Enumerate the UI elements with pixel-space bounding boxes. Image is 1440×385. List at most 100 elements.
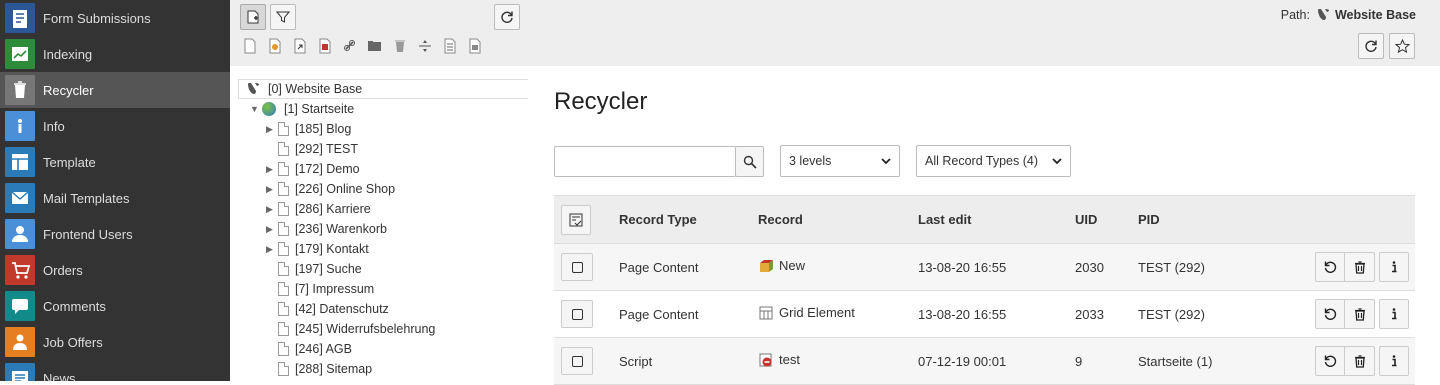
delete-button[interactable] <box>1345 346 1375 376</box>
filter-icon <box>276 11 290 23</box>
module-item-frontend-users[interactable]: Frontend Users <box>0 216 230 252</box>
shortcut-icon[interactable] <box>292 38 308 54</box>
search-button[interactable] <box>735 146 764 177</box>
module-label: News <box>43 370 76 382</box>
backend-user-section-icon[interactable] <box>267 38 283 54</box>
external-link-icon[interactable] <box>467 38 483 54</box>
indexing-icon <box>5 39 35 69</box>
expand-icon[interactable]: ▶ <box>266 204 278 215</box>
link-icon[interactable] <box>342 38 358 54</box>
refresh-icon <box>501 11 513 23</box>
collapse-icon[interactable]: ▼ <box>250 104 262 114</box>
tree-node[interactable]: ▶ [172] Demo <box>266 159 360 179</box>
restore-button[interactable] <box>1315 252 1345 282</box>
folder-icon[interactable] <box>367 38 383 54</box>
module-item-comments[interactable]: Comments <box>0 288 230 324</box>
delete-button[interactable] <box>1345 252 1375 282</box>
bookmark-button[interactable] <box>1389 33 1415 59</box>
module-label: Orders <box>43 262 83 278</box>
table-row: Page Content New 13-08-20 16:55 2030 TEST (2… <box>554 243 1415 291</box>
record-type-select-value: All Record Types (4) <box>925 154 1039 168</box>
grid-icon <box>759 306 773 319</box>
page-icon <box>278 142 289 156</box>
record-title: test <box>779 352 800 367</box>
page-icon <box>278 182 289 196</box>
restore-button[interactable] <box>1315 346 1345 376</box>
trash-icon <box>1354 261 1365 274</box>
tree-refresh-button[interactable] <box>494 4 520 30</box>
row-select-checkbox[interactable] <box>561 300 593 328</box>
last-edit-cell: 13-08-20 16:55 <box>917 290 1074 338</box>
expand-icon[interactable]: ▶ <box>266 164 278 175</box>
tree-node[interactable]: [288] Sitemap <box>266 359 372 379</box>
row-select-checkbox[interactable] <box>561 347 593 375</box>
info-button[interactable] <box>1379 252 1409 282</box>
info-button[interactable] <box>1379 346 1409 376</box>
globe-icon <box>262 102 276 116</box>
tree-node-label: [197] Suche <box>295 262 362 276</box>
tree-node[interactable]: ▶ [179] Kontakt <box>266 239 369 259</box>
module-label: Job Offers <box>43 334 103 350</box>
expand-icon[interactable]: ▶ <box>266 124 278 135</box>
tree-node[interactable]: [245] Widerrufsbelehrung <box>266 319 435 339</box>
module-item-news[interactable]: News <box>0 360 230 381</box>
module-item-mail-templates[interactable]: Mail Templates <box>0 180 230 216</box>
module-item-job-offers[interactable]: Job Offers <box>0 324 230 360</box>
module-item-info[interactable]: Info <box>0 108 230 144</box>
select-all-button[interactable] <box>561 204 591 235</box>
module-item-template[interactable]: Template <box>0 144 230 180</box>
depth-select-value: 3 levels <box>789 154 832 168</box>
page-icon <box>278 202 289 216</box>
typo3-logo-icon <box>248 83 259 94</box>
page-refresh-button[interactable] <box>1358 33 1384 59</box>
tree-node[interactable]: [7] Impressum <box>266 279 374 299</box>
recycler-icon[interactable] <box>392 38 408 54</box>
pid-cell: TEST (292) <box>1137 243 1314 291</box>
record-type-select[interactable]: All Record Types (4) <box>916 145 1071 177</box>
expand-icon[interactable]: ▶ <box>266 244 278 255</box>
uid-cell: 9 <box>1074 337 1137 385</box>
star-icon <box>1394 38 1410 53</box>
tree-node[interactable]: ▶ [286] Karriere <box>266 199 371 219</box>
standard-page-icon[interactable] <box>242 38 258 54</box>
filter-button[interactable] <box>270 4 296 30</box>
page-icon <box>278 282 289 296</box>
depth-select[interactable]: 3 levels <box>780 145 900 177</box>
undo-icon <box>1324 308 1337 320</box>
expand-icon[interactable]: ▶ <box>266 224 278 235</box>
expand-icon[interactable]: ▶ <box>266 184 278 195</box>
search-input[interactable] <box>554 146 736 177</box>
spacer-icon[interactable] <box>417 38 433 54</box>
tree-toolbar <box>230 0 529 66</box>
tree-node[interactable]: [292] TEST <box>266 139 358 159</box>
tree-node[interactable]: [42] Datenschutz <box>266 299 389 319</box>
breadcrumb: Path: Website Base <box>1281 8 1416 22</box>
module-item-indexing[interactable]: Indexing <box>0 36 230 72</box>
restore-button[interactable] <box>1315 299 1345 329</box>
tree-root-node[interactable]: [0] Website Base <box>246 79 362 99</box>
tree-node-label: [1] Startseite <box>284 102 355 116</box>
row-select-checkbox[interactable] <box>561 253 593 281</box>
new-page-button[interactable] <box>240 4 266 30</box>
tree-node[interactable]: [246] AGB <box>266 339 352 359</box>
record-type-cell: Script <box>618 337 757 385</box>
sysfolder-icon[interactable] <box>442 38 458 54</box>
tree-node-label: [245] Widerrufsbelehrung <box>295 322 436 336</box>
tree-node-label: [226] Online Shop <box>295 182 396 196</box>
tree-node[interactable]: ▶ [236] Warenkorb <box>266 219 387 239</box>
tree-node-startseite[interactable]: ▼ [1] Startseite <box>250 99 354 119</box>
mountpoint-icon[interactable] <box>317 38 333 54</box>
tree-node[interactable]: [197] Suche <box>266 259 362 279</box>
page-icon <box>278 242 289 256</box>
info-icon <box>5 111 35 141</box>
table-header-row: Record Type Record Last edit UID PID <box>554 195 1415 244</box>
tree-node-label: [172] Demo <box>295 162 360 176</box>
module-item-orders[interactable]: Orders <box>0 252 230 288</box>
delete-button[interactable] <box>1345 299 1375 329</box>
tree-node[interactable]: ▶ [226] Online Shop <box>266 179 395 199</box>
tree-node[interactable]: ▶ [185] Blog <box>266 119 351 139</box>
module-item-form-submissions[interactable]: Form Submissions <box>0 0 230 36</box>
info-button[interactable] <box>1379 299 1409 329</box>
module-item-recycler[interactable]: Recycler <box>0 72 230 108</box>
module-label: Comments <box>43 298 106 314</box>
